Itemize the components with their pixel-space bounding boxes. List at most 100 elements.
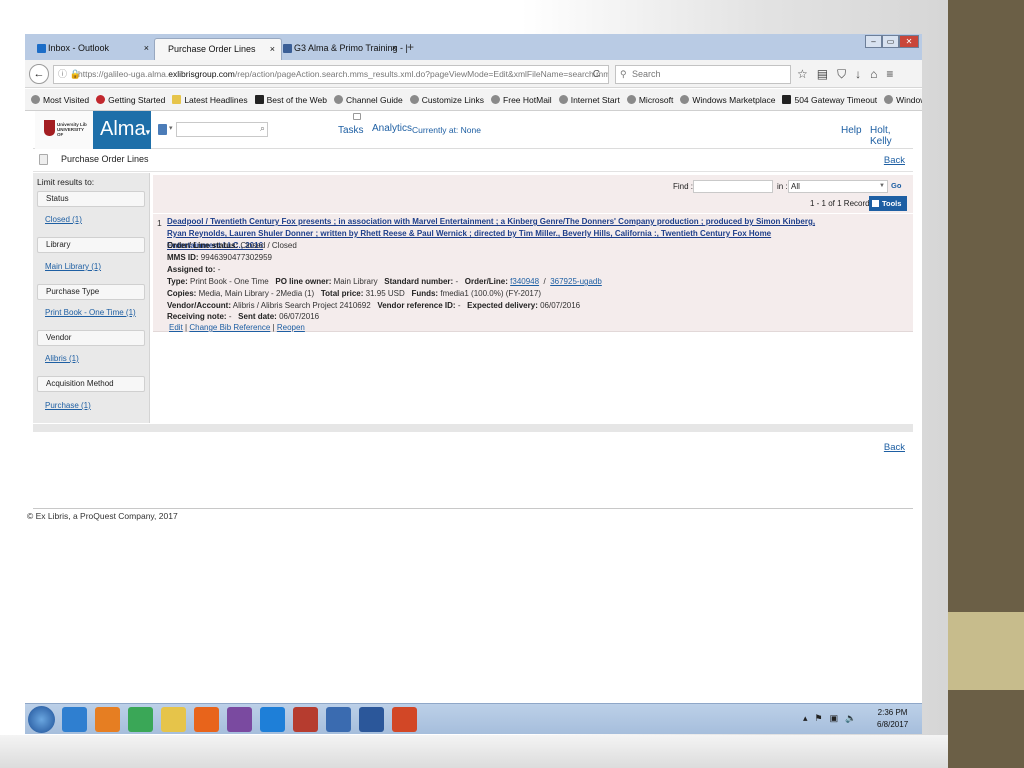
site-info-icon[interactable]: ⓘ 🔒: [58, 66, 81, 83]
alma-header: University Lib UNIVERSITY OF Alma▾ ▾ ⌕ T…: [33, 111, 913, 149]
bookmark-item[interactable]: Latest Headlines: [172, 95, 248, 105]
tab-label: Inbox - Outlook: [48, 43, 110, 53]
record-mms-line: MMS ID: 9946390477302959: [167, 253, 272, 262]
document-icon[interactable]: [158, 124, 167, 135]
bookmark-label: Customize Links: [421, 94, 485, 105]
bookmark-item[interactable]: Getting Started: [96, 95, 165, 105]
media-player-icon[interactable]: [95, 707, 120, 732]
bookmark-item[interactable]: Most Visited: [31, 95, 89, 105]
facet-heading-vendor[interactable]: Vendor: [37, 330, 145, 346]
back-link[interactable]: Back: [884, 155, 905, 166]
reader-list-icon[interactable]: ▤: [817, 67, 828, 82]
bookmark-item[interactable]: Customize Links: [409, 94, 485, 105]
close-icon[interactable]: ×: [144, 38, 149, 58]
start-button[interactable]: [28, 706, 55, 733]
analytics-link[interactable]: Analytics: [372, 123, 412, 134]
restore-button[interactable]: ▭: [882, 35, 899, 48]
chrome-icon[interactable]: [128, 707, 153, 732]
back-link-bottom[interactable]: Back: [884, 442, 905, 453]
facet-heading-acquisition-method[interactable]: Acquisition Method: [37, 376, 145, 392]
minimize-button[interactable]: –: [865, 35, 882, 48]
bookmark-item[interactable]: Windows Marketplace: [680, 95, 775, 105]
pocket-icon[interactable]: ⛉: [837, 67, 846, 82]
facet-link-alibris[interactable]: Alibris (1): [45, 354, 79, 363]
browser-search-input[interactable]: ⚲ Search: [615, 65, 791, 84]
clock[interactable]: 2:36 PM 6/8/2017: [877, 707, 908, 731]
facet-link-closed[interactable]: Closed (1): [45, 215, 82, 224]
bookmark-star-icon[interactable]: ☆: [797, 67, 808, 82]
facet-link-main-library[interactable]: Main Library (1): [45, 262, 101, 271]
tab-purchase-order-lines[interactable]: Purchase Order Lines ×: [154, 38, 282, 60]
url-host: exlibrisgroup.com: [168, 69, 235, 79]
powerpoint-icon[interactable]: [392, 707, 417, 732]
facet-heading-library[interactable]: Library: [37, 237, 145, 253]
display-icon[interactable]: ▣: [830, 713, 839, 724]
bookmark-item[interactable]: Windows Media: [884, 95, 922, 105]
facet-link-print-book[interactable]: Print Book - One Time (1): [45, 308, 136, 317]
alma-app-icon[interactable]: [227, 707, 252, 732]
slide-bottom-shade: [0, 735, 948, 768]
alma-logo[interactable]: Alma▾: [93, 111, 151, 149]
tasks-link[interactable]: Tasks: [338, 125, 364, 136]
word-icon[interactable]: [359, 707, 384, 732]
sheet-icon: [283, 44, 292, 53]
tray-expand-icon[interactable]: ▴: [803, 713, 808, 724]
url-bar[interactable]: ⓘ 🔒 https://galileo-uga.alma.exlibrisgro…: [53, 65, 609, 84]
currently-at[interactable]: Currently at: None: [412, 125, 481, 135]
close-icon[interactable]: ×: [270, 39, 275, 59]
bookmarks-bar: Most Visited Getting Started Latest Headli…: [25, 89, 922, 111]
close-icon[interactable]: ×: [392, 38, 397, 58]
reload-icon[interactable]: C: [593, 66, 600, 83]
go-button[interactable]: Go: [891, 181, 901, 190]
folder-icon[interactable]: [161, 707, 186, 732]
change-bib-reference-link[interactable]: Change Bib Reference: [189, 323, 270, 332]
home-icon[interactable]: ⌂: [870, 67, 877, 82]
facet-sidebar: Limit results to: Status Closed (1) Libr…: [33, 173, 150, 423]
order-link[interactable]: f340948: [510, 277, 539, 286]
tab-inbox-outlook[interactable]: Inbox - Outlook ×: [35, 38, 155, 60]
ie-icon[interactable]: [62, 707, 87, 732]
reopen-link[interactable]: Reopen: [277, 323, 305, 332]
section-divider: [33, 424, 913, 432]
globe-icon: [491, 95, 501, 104]
find-input[interactable]: [693, 180, 773, 193]
bookmark-item[interactable]: Channel Guide: [333, 95, 403, 105]
facet-heading-purchase-type[interactable]: Purchase Type: [37, 284, 145, 300]
tools-button[interactable]: Tools: [869, 196, 907, 211]
new-tab-button[interactable]: +: [407, 40, 414, 54]
record-count: 1 - 1 of 1 Records: [810, 199, 874, 208]
tab-training[interactable]: G3 Alma & Primo Training - | ×: [281, 38, 408, 60]
facet-heading-status[interactable]: Status: [37, 191, 145, 207]
bookmark-item[interactable]: 504 Gateway Timeout: [782, 95, 877, 105]
facet-link-purchase[interactable]: Purchase (1): [45, 401, 91, 410]
search-icon[interactable]: ⌕: [260, 123, 265, 134]
in-select[interactable]: All ▼: [788, 180, 888, 193]
standard-number-value: -: [455, 277, 459, 286]
window-close-button[interactable]: ✕: [899, 35, 919, 48]
firefox-icon[interactable]: [194, 707, 219, 732]
alma-search-input[interactable]: ⌕: [176, 122, 268, 137]
bookmark-item[interactable]: Microsoft: [626, 94, 674, 105]
flag-icon[interactable]: ⚑: [815, 713, 823, 724]
bookmark-item[interactable]: Best of the Web: [254, 95, 327, 105]
help-link[interactable]: Help: [841, 125, 862, 136]
tab-label: Purchase Order Lines: [168, 44, 256, 54]
bookmark-label: Microsoft: [638, 94, 674, 105]
line-link[interactable]: 367925-ugadb: [550, 277, 602, 286]
volume-icon[interactable]: 🔈: [845, 713, 856, 724]
in-select-value: All: [791, 182, 800, 191]
slide-side-accent: [948, 612, 1024, 690]
notification-bubble-icon[interactable]: [353, 113, 361, 120]
back-arrow-icon[interactable]: ←: [29, 64, 49, 84]
reader-icon[interactable]: [326, 707, 351, 732]
chevron-down-icon[interactable]: ▾: [169, 124, 173, 132]
bookmark-item[interactable]: Free HotMail: [491, 95, 552, 105]
download-icon[interactable]: ↓: [855, 67, 861, 82]
books-icon[interactable]: [293, 707, 318, 732]
edit-link[interactable]: Edit: [169, 323, 183, 332]
user-menu[interactable]: Holt, Kelly: [870, 125, 913, 147]
dropbox-icon[interactable]: [260, 707, 285, 732]
bookmark-item[interactable]: Internet Start: [558, 95, 620, 105]
menu-icon[interactable]: ≡: [886, 67, 893, 82]
rss-icon: [172, 95, 182, 104]
